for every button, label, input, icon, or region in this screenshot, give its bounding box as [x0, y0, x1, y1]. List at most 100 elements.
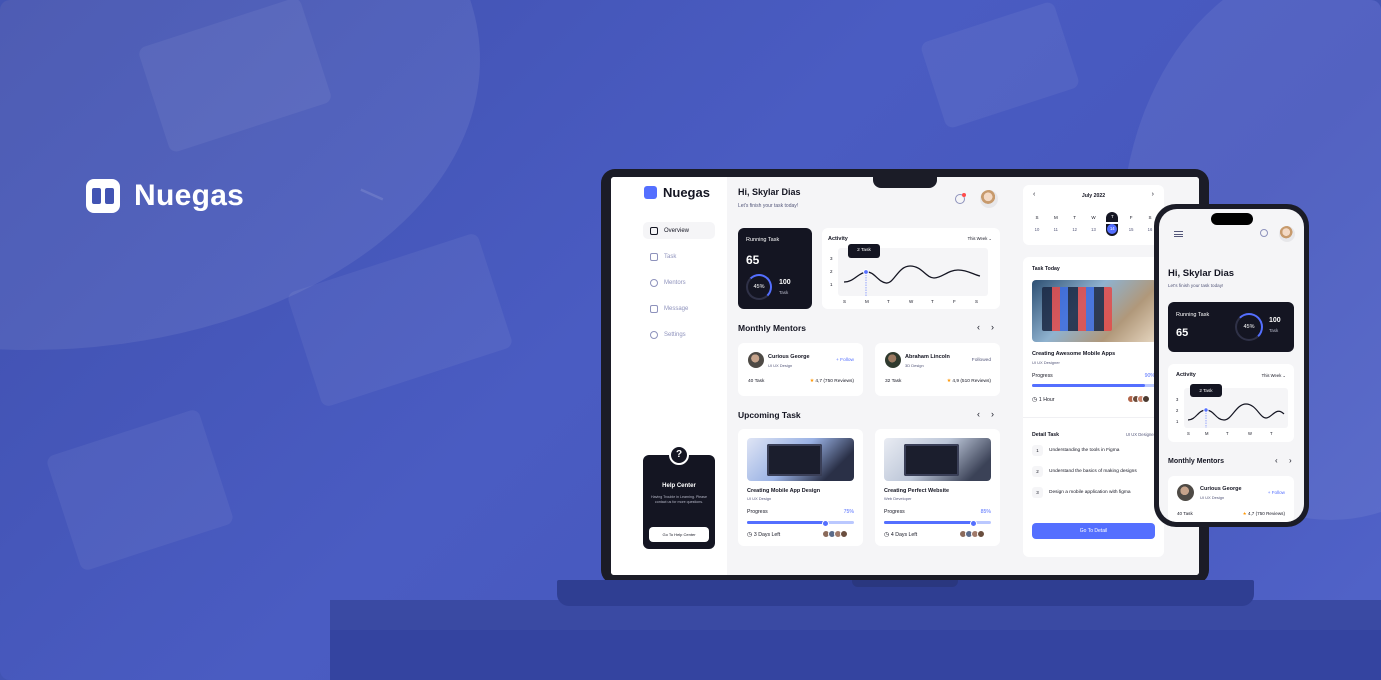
- chart-tooltip: 2 Task: [848, 244, 880, 258]
- progress-ring: 45%: [746, 274, 772, 300]
- sidebar-logo[interactable]: Nuegas: [644, 185, 710, 200]
- mentor-name: Curious George: [1200, 486, 1242, 492]
- divider: [1023, 417, 1164, 418]
- background-decoration: [45, 408, 235, 572]
- task-today-title: Creating Awesome Mobile Apps: [1032, 351, 1116, 357]
- brand: Nuegas: [86, 179, 244, 213]
- activity-card: Activity This Week ⌄ 3 2 1 S M T W T 2 T…: [1168, 364, 1294, 442]
- task-deadline: 3 Days Left: [747, 531, 780, 538]
- sidebar-item-mentors[interactable]: Mentors: [643, 274, 715, 291]
- follow-button[interactable]: + Follow: [836, 358, 854, 363]
- greeting-title: Hi, Skylar Dias: [738, 187, 801, 197]
- x-tick: S: [975, 299, 978, 304]
- calendar-date[interactable]: 12: [1069, 227, 1081, 236]
- task-image: [747, 438, 854, 481]
- step-number: 3: [1032, 487, 1043, 498]
- chevron-right-icon[interactable]: ›: [991, 409, 994, 419]
- chevron-right-icon[interactable]: ›: [991, 322, 994, 332]
- task-time: 1 Hour: [1032, 396, 1055, 403]
- activity-card: Activity This Week ⌄ 3 2 1 S M T W T F S…: [822, 228, 1000, 309]
- avatar[interactable]: [1279, 226, 1295, 242]
- sidebar-item-overview[interactable]: Overview: [643, 222, 715, 239]
- phone-screen: Hi, Skylar Dias Let's finish your task t…: [1159, 209, 1304, 522]
- period-select-label: This Week: [967, 236, 988, 241]
- weekday: S: [1035, 215, 1039, 220]
- step-number: 2: [1032, 466, 1043, 477]
- mentor-card[interactable]: Abraham Lincoln 3D Design Followed 32 Ta…: [875, 343, 1000, 396]
- y-tick: 3: [1176, 397, 1179, 402]
- upcoming-task-title: Upcoming Task: [738, 410, 801, 420]
- sidebar-item-task[interactable]: Task: [643, 248, 715, 265]
- mentor-rating: 4,7 (750 Reviews): [1243, 511, 1285, 517]
- mentor-card[interactable]: Curious George UI UX Design + Follow 40 …: [1168, 476, 1294, 522]
- camera-notch: [873, 173, 937, 188]
- y-tick: 3: [830, 256, 833, 261]
- avatar[interactable]: [980, 190, 998, 208]
- sidebar-item-label: Mentors: [664, 279, 686, 286]
- chevron-left-icon[interactable]: ‹: [977, 409, 980, 419]
- sidebar-item-message[interactable]: Message: [643, 300, 715, 317]
- question-icon: ?: [669, 445, 689, 465]
- step-text: Understanding the tools in Figma: [1049, 448, 1120, 453]
- task-image: [884, 438, 991, 481]
- progress-label: Progress: [884, 509, 905, 515]
- task-today-label: Task Today: [1032, 266, 1060, 272]
- x-tick: M: [1205, 431, 1209, 436]
- greeting-subtitle: Let's finish your task today!: [1168, 283, 1224, 288]
- chevron-left-icon[interactable]: ‹: [1275, 456, 1278, 465]
- progress-value: 75%: [843, 509, 854, 515]
- calendar-date[interactable]: 13: [1087, 227, 1099, 236]
- chevron-right-icon[interactable]: ›: [1152, 191, 1154, 198]
- sidebar-item-label: Task: [664, 253, 677, 260]
- running-task-label: Running Task: [746, 237, 780, 243]
- task-title: Creating Mobile App Design: [747, 488, 821, 494]
- progress-label: Progress: [747, 509, 768, 515]
- monthly-mentors-title: Monthly Mentors: [1168, 458, 1224, 465]
- x-tick: W: [1248, 431, 1252, 436]
- task-subtitle: Web Developer: [884, 496, 912, 501]
- step-number: 1: [1032, 445, 1043, 456]
- menu-icon[interactable]: [1174, 231, 1183, 237]
- calendar-date-selected-label: 14: [1109, 226, 1115, 231]
- chevron-left-icon[interactable]: ‹: [977, 322, 980, 332]
- task-card[interactable]: Creating Mobile App Design UI UX Design …: [738, 429, 863, 546]
- x-tick: S: [843, 299, 846, 304]
- mentor-role: UI UX Design: [768, 363, 793, 368]
- go-to-detail-button[interactable]: Go To Detail: [1032, 523, 1155, 539]
- running-task-card: Running Task 65 45% 100 Task: [738, 228, 812, 309]
- total-task-value: 100: [1269, 317, 1281, 324]
- followed-button[interactable]: Followed: [972, 358, 991, 363]
- mentor-task-count: 32 Task: [885, 379, 902, 384]
- pedestal-face: [330, 630, 1381, 680]
- calendar-date[interactable]: 11: [1050, 227, 1062, 236]
- calendar-date[interactable]: 15: [1125, 227, 1137, 236]
- mentor-card[interactable]: Curious George UI UX Design + Follow 40 …: [738, 343, 863, 396]
- calendar-date-selected[interactable]: 14: [1106, 224, 1119, 236]
- activity-label: Activity: [828, 236, 848, 242]
- period-select[interactable]: This Week ⌄: [1262, 373, 1286, 378]
- task-today-image: [1032, 280, 1157, 342]
- progress-bar: [884, 520, 991, 527]
- chevron-right-icon[interactable]: ›: [1289, 456, 1292, 465]
- total-task-value: 100: [779, 279, 791, 286]
- book-icon: [650, 252, 658, 261]
- task-subtitle: UI UX Design: [747, 496, 772, 501]
- progress-bar: [747, 520, 854, 527]
- monthly-mentors-title: Monthly Mentors: [738, 323, 806, 333]
- chart-tooltip: 2 Task: [1190, 384, 1222, 397]
- calendar-date[interactable]: 10: [1031, 227, 1043, 236]
- period-select[interactable]: This Week ⌄: [968, 236, 992, 241]
- running-task-label: Running Task: [1176, 312, 1210, 318]
- grid-icon: [650, 226, 658, 235]
- task-card[interactable]: Creating Perfect Website Web Developer P…: [875, 429, 1000, 546]
- follow-button[interactable]: + Follow: [1268, 490, 1285, 495]
- bell-icon[interactable]: [955, 193, 966, 204]
- mentor-role: 3D Design: [905, 363, 924, 368]
- progress-bar-fill: [1032, 384, 1145, 387]
- mentor-avatar: [1177, 484, 1194, 501]
- sidebar-item-settings[interactable]: Settings: [643, 326, 715, 343]
- user-icon: [650, 278, 658, 287]
- x-tick: S: [1187, 431, 1190, 436]
- bell-icon[interactable]: [1260, 229, 1268, 237]
- help-center-button[interactable]: Go To Help Center: [649, 527, 709, 542]
